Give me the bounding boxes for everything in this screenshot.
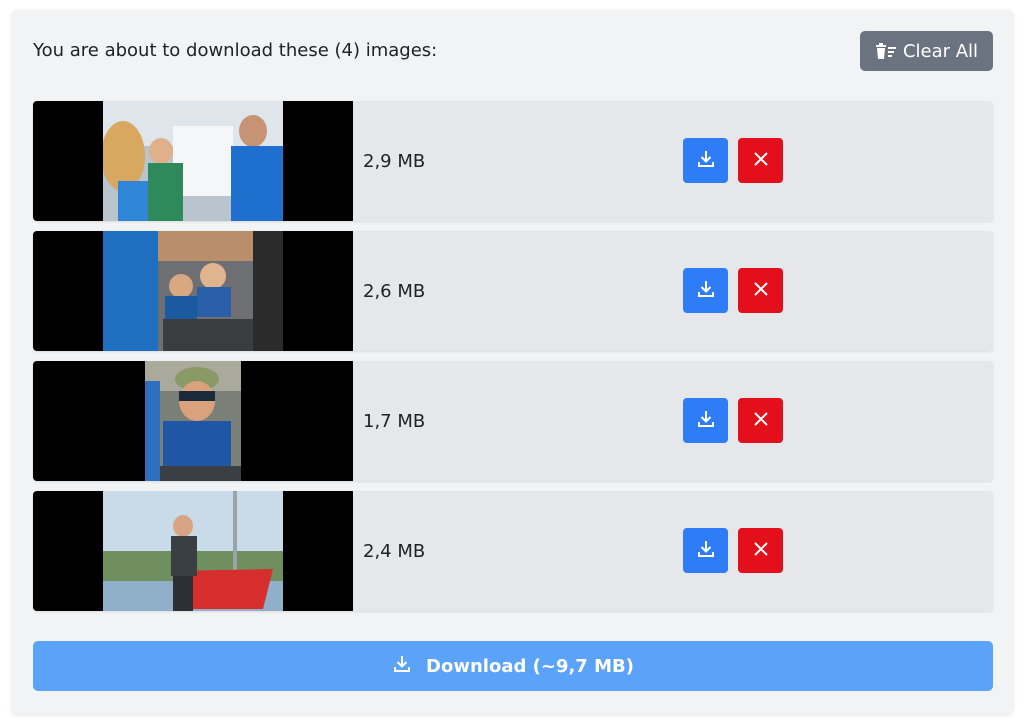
list-item: 2,4 MB <box>33 491 993 611</box>
close-icon <box>753 281 769 301</box>
file-size: 2,9 MB <box>363 151 426 172</box>
close-icon <box>753 151 769 171</box>
download-button[interactable] <box>683 268 728 313</box>
download-summary-text: You are about to download these (4) imag… <box>33 40 438 61</box>
list-item: 2,9 MB <box>33 101 993 221</box>
remove-button[interactable] <box>738 138 783 183</box>
file-size: 2,4 MB <box>363 541 426 562</box>
close-icon <box>753 411 769 431</box>
download-icon <box>392 654 412 679</box>
remove-button[interactable] <box>738 398 783 443</box>
download-all-label: Download (~9,7 MB) <box>426 655 634 677</box>
list-item: 2,6 MB <box>33 231 993 351</box>
file-size: 1,7 MB <box>363 411 426 432</box>
download-button[interactable] <box>683 528 728 573</box>
download-button[interactable] <box>683 398 728 443</box>
clear-all-label: Clear All <box>902 40 979 62</box>
clear-all-button[interactable]: Clear All <box>860 31 993 71</box>
close-icon <box>753 541 769 561</box>
download-icon <box>696 149 716 173</box>
remove-button[interactable] <box>738 528 783 573</box>
image-thumbnail <box>33 231 353 351</box>
image-thumbnail <box>33 101 353 221</box>
image-list: 2,9 MB 2,6 MB 1,7 MB 2,4 MB <box>33 101 993 621</box>
list-item: 1,7 MB <box>33 361 993 481</box>
download-button[interactable] <box>683 138 728 183</box>
download-all-button[interactable]: Download (~9,7 MB) <box>33 641 993 691</box>
image-thumbnail <box>33 491 353 611</box>
file-size: 2,6 MB <box>363 281 426 302</box>
trash-list-icon <box>875 42 897 60</box>
download-panel: You are about to download these (4) imag… <box>12 10 1013 714</box>
image-thumbnail <box>33 361 353 481</box>
download-icon <box>696 409 716 433</box>
download-icon <box>696 539 716 563</box>
remove-button[interactable] <box>738 268 783 313</box>
download-icon <box>696 279 716 303</box>
